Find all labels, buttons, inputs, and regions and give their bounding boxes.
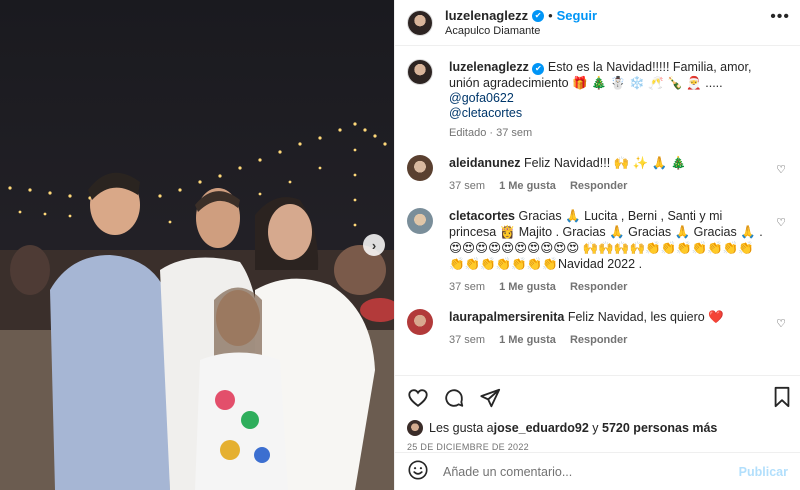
like-comment-heart-icon[interactable]: ♡	[776, 317, 786, 330]
comment-item: cletacortes Gracias 🙏 Lucita , Berni , S…	[407, 208, 788, 293]
commenter-avatar[interactable]	[407, 309, 433, 335]
like-comment-heart-icon[interactable]: ♡	[776, 163, 786, 176]
next-photo-button[interactable]: ›	[363, 234, 385, 256]
author-username[interactable]: luzelenaglezz	[445, 8, 528, 23]
mention-link[interactable]: @gofa0622	[449, 91, 766, 106]
comment-item: aleidanunez Feliz Navidad!!! 🙌 ✨ 🙏 🎄 37 …	[407, 155, 788, 192]
comment-username[interactable]: laurapalmersirenita	[449, 310, 564, 324]
likes-prefix: Les gusta a	[429, 421, 494, 435]
add-comment-bar: Publicar	[395, 452, 800, 490]
comments-section[interactable]: luzelenaglezz ✔ Esto es la Navidad!!!!! …	[395, 47, 800, 375]
like-comment-heart-icon[interactable]: ♡	[776, 216, 786, 229]
share-icon[interactable]	[479, 387, 501, 409]
comment-text: Feliz Navidad!!! 🙌 ✨ 🙏 🎄	[524, 156, 687, 170]
commenter-avatar[interactable]	[407, 208, 433, 234]
post-header: luzelenaglezz ✔ • Seguir Acapulco Diaman…	[395, 0, 800, 46]
likes-count[interactable]: 5720 personas más	[602, 421, 717, 435]
follow-button[interactable]: Seguir	[557, 8, 597, 23]
comment-time: 37 sem	[449, 180, 486, 192]
likes-middle: y	[588, 421, 603, 435]
likes-summary: Les gusta a jose_eduardo92 y 5720 person…	[407, 420, 788, 436]
liker-avatar[interactable]	[407, 420, 423, 436]
post-details-panel: luzelenaglezz ✔ • Seguir Acapulco Diaman…	[394, 0, 800, 490]
comment-username[interactable]: cletacortes	[449, 209, 515, 223]
heart-icon[interactable]	[407, 387, 429, 409]
liker-username[interactable]: jose_eduardo92	[494, 421, 589, 435]
comment-likes[interactable]: 1 Me gusta	[499, 334, 556, 346]
commenter-avatar[interactable]	[407, 155, 433, 181]
photo-scene	[0, 122, 394, 490]
emoji-icon[interactable]	[407, 459, 429, 484]
comment-item: laurapalmersirenita Feliz Navidad, les q…	[407, 309, 788, 346]
author-avatar[interactable]	[407, 9, 433, 36]
comment-icon[interactable]	[443, 387, 465, 409]
comment-input[interactable]	[443, 464, 739, 479]
caption-username[interactable]: luzelenaglezz	[449, 60, 529, 74]
caption-avatar[interactable]	[407, 59, 433, 85]
post-location[interactable]: Acapulco Diamante	[445, 25, 597, 37]
comment-text: Feliz Navidad, les quiero ❤️	[567, 310, 724, 324]
more-options-icon[interactable]: •••	[770, 8, 790, 26]
post-actions: Les gusta a jose_eduardo92 y 5720 person…	[395, 375, 800, 452]
reply-button[interactable]: Responder	[570, 281, 627, 293]
post-photo[interactable]: ›	[0, 0, 394, 490]
comment-likes[interactable]: 1 Me gusta	[499, 281, 556, 293]
post-date: 25 DE DICIEMBRE DE 2022	[407, 442, 529, 452]
mention-link[interactable]: @cletacortes	[449, 106, 766, 121]
post-comment-button[interactable]: Publicar	[739, 465, 788, 479]
comment-username[interactable]: aleidanunez	[449, 156, 521, 170]
verified-badge-icon: ✔	[532, 9, 545, 22]
comment-likes[interactable]: 1 Me gusta	[499, 180, 556, 192]
comment-time: 37 sem	[449, 281, 486, 293]
separator-dot: •	[548, 8, 553, 23]
reply-button[interactable]: Responder	[570, 334, 627, 346]
reply-button[interactable]: Responder	[570, 180, 627, 192]
bookmark-icon[interactable]	[772, 386, 792, 411]
comment-time: 37 sem	[449, 334, 486, 346]
caption: luzelenaglezz ✔ Esto es la Navidad!!!!! …	[407, 59, 788, 139]
caption-edited: Editado · 37 sem	[449, 127, 533, 139]
verified-badge-icon: ✔	[532, 63, 545, 75]
